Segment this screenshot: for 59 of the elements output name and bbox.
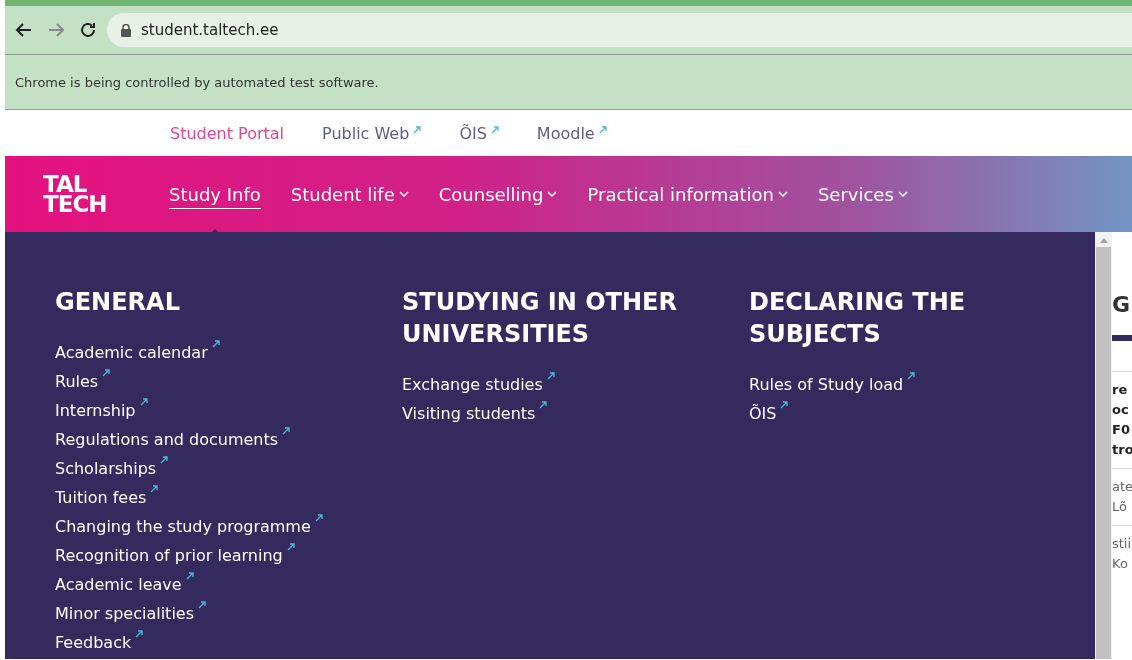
menu-heading: DECLARING THE SUBJECTS [749,287,967,350]
menu-link[interactable]: Exchange studies [402,370,555,399]
page-text: stii [1112,535,1132,553]
nav-item[interactable]: Student life [290,179,409,209]
reload-icon [79,21,97,39]
page-heading: G [1112,292,1132,317]
back-arrow-icon [15,21,33,39]
menu-link[interactable]: Rules [55,367,111,396]
external-link-icon [282,427,291,435]
menu-link[interactable]: Academic calendar [55,338,220,367]
external-link-icon [139,398,148,406]
address-bar[interactable]: student.taltech.ee [107,13,1132,47]
top-link[interactable]: Public Web [322,123,422,143]
menu-link[interactable]: Academic leave [55,570,194,599]
scroll-up-icon [1099,238,1108,243]
lock-icon [121,23,131,37]
menu-link[interactable]: Feedback [55,628,144,657]
menu-link[interactable]: Recognition of prior learning [55,541,295,570]
menu-link[interactable]: Internship [55,396,148,425]
page-text: oc [1112,401,1130,419]
external-link-icon [539,401,548,409]
nav-item[interactable]: Practical information [587,179,788,209]
external-link-icon [198,601,206,609]
menu-link[interactable]: Changing the study programme [55,512,323,541]
external-link-icon [314,514,323,522]
top-link[interactable]: Moodle [536,123,607,143]
nav-item[interactable]: Counselling [438,179,558,209]
menu-link[interactable]: Visiting students [402,399,548,428]
page-text: re [1112,381,1129,399]
heading-underline [1112,335,1132,341]
top-link[interactable]: Student Portal [170,123,285,143]
page-text: ate [1112,478,1132,496]
external-link-icon [907,372,916,380]
external-link-icon [185,572,194,580]
page-text: Ko [1112,555,1129,573]
menu-link[interactable]: ÕIS [749,399,789,428]
automation-infobar-text: Chrome is being controlled by automated test software. [15,74,379,90]
external-link-icon [150,485,159,493]
menu-heading: GENERAL [55,287,181,318]
external-link-icon [286,543,295,551]
external-link-icon [211,340,220,348]
menu-link[interactable]: Minor specialities [55,599,206,628]
nav-item[interactable]: Services [817,179,908,209]
forward-arrow-icon [47,21,65,39]
menu-link[interactable]: Tuition fees [55,483,159,512]
external-link-icon [135,630,144,638]
external-link-icon [160,456,169,464]
top-link[interactable]: ÕIS [459,123,499,143]
menu-link[interactable]: Regulations and documents [55,425,291,454]
url-text: student.taltech.ee [141,21,279,39]
page-text: F0 [1112,421,1131,439]
menu-link[interactable]: Scholarships [55,454,169,483]
page-text: Lõ [1112,498,1128,516]
external-link-icon [780,401,789,409]
external-link-icon [102,369,111,377]
menu-heading: STUDYING IN OTHER UNIVERSITIES [402,287,678,350]
external-link-icon [546,372,555,380]
logo[interactable]: TAL TECH [43,174,121,214]
menu-link[interactable]: Rules of Study load [749,370,916,399]
